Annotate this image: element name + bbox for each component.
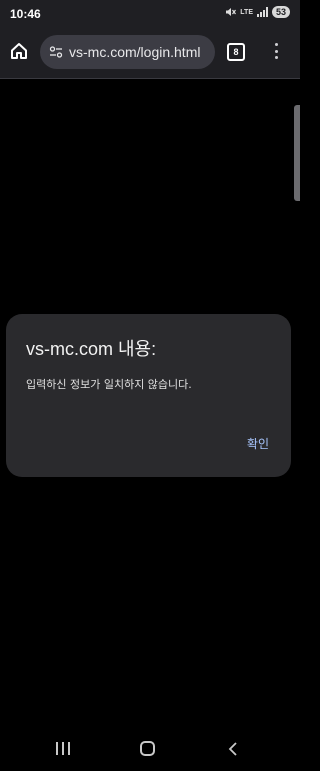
nav-back-icon[interactable]	[226, 741, 240, 757]
nav-home-icon[interactable]	[140, 741, 155, 756]
url-text[interactable]: vs-mc.com/login.html	[69, 44, 200, 60]
network-type-label: LTE	[240, 8, 253, 16]
ok-button[interactable]: 확인	[247, 435, 269, 452]
battery-badge: 53	[271, 6, 290, 18]
dialog-title: vs-mc.com 내용:	[26, 339, 157, 359]
site-settings-icon[interactable]	[49, 45, 63, 59]
mute-icon	[226, 8, 237, 16]
recent-apps-icon[interactable]	[56, 742, 70, 755]
tab-switcher-button[interactable]: 8	[227, 43, 245, 61]
alert-dialog: vs-mc.com 내용: 입력하신 정보가 일치하지 않습니다. 확인	[6, 314, 291, 477]
status-time: 10:46	[10, 7, 41, 21]
dialog-message: 입력하신 정보가 일치하지 않습니다.	[26, 378, 192, 391]
browser-toolbar: vs-mc.com/login.html 8	[0, 26, 300, 79]
home-icon	[11, 43, 27, 59]
scroll-handle[interactable]	[294, 105, 300, 201]
home-button[interactable]	[6, 38, 32, 64]
system-nav-bar	[0, 728, 300, 771]
more-vert-icon[interactable]	[272, 41, 280, 61]
signal-icon	[256, 7, 268, 17]
status-icons: LTE 53	[224, 6, 290, 18]
url-bar[interactable]: vs-mc.com/login.html	[40, 35, 215, 69]
status-bar: 10:46 LTE 53	[0, 0, 300, 26]
